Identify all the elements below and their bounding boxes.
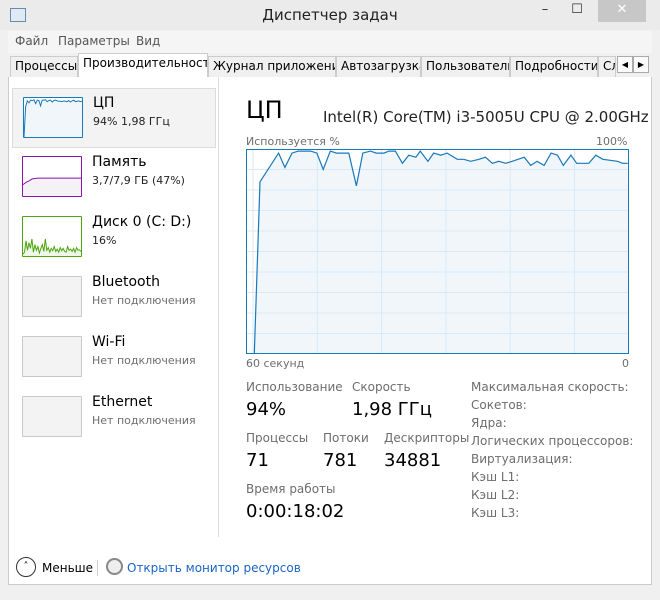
tab-app-history[interactable]: Журнал приложений xyxy=(208,56,336,77)
menu-file[interactable]: Файл xyxy=(15,34,48,48)
usage-label: Использование xyxy=(246,380,343,394)
handles-value: 34881 xyxy=(384,450,442,471)
sidebar-item-subtitle: Нет подключения xyxy=(92,414,196,427)
menu-options[interactable]: Параметры xyxy=(58,34,130,48)
sidebar-item-cpu[interactable]: ЦП 94% 1,98 ГГц xyxy=(12,88,216,148)
sidebar-item-title: Wi-Fi xyxy=(92,334,126,350)
disk-thumbnail xyxy=(22,216,82,257)
usage-value: 94% xyxy=(246,399,287,420)
sidebar-item-title: Диск 0 (C: D:) xyxy=(92,214,192,230)
tab-users[interactable]: Пользователи xyxy=(421,56,510,77)
x-axis-right-label: 0 xyxy=(622,357,629,370)
chevron-up-icon[interactable]: ˄ xyxy=(16,557,36,577)
sidebar-item-wifi[interactable]: Wi-Fi Нет подключения xyxy=(12,328,216,388)
info-cores: Ядра: xyxy=(471,416,507,430)
uptime-label: Время работы xyxy=(246,482,336,496)
wifi-thumbnail xyxy=(22,336,82,377)
tab-scroll-left[interactable]: ◀ xyxy=(617,56,633,73)
processes-label: Процессы xyxy=(246,431,309,445)
resource-monitor-icon xyxy=(106,558,123,575)
speed-value: 1,98 ГГц xyxy=(352,399,433,420)
threads-label: Потоки xyxy=(323,431,369,445)
info-sockets: Сокетов: xyxy=(471,398,527,412)
cpu-area-fill xyxy=(246,151,629,354)
y-max-label: 100% xyxy=(596,135,628,148)
y-axis-label: Используется % xyxy=(246,135,340,148)
info-logical-processors: Логических процессоров: xyxy=(471,434,634,448)
sidebar-item-subtitle: 16% xyxy=(92,234,117,247)
minimize-button[interactable]: – xyxy=(530,0,560,22)
tab-scroll-right[interactable]: ▶ xyxy=(633,56,649,73)
info-max-speed: Максимальная скорость: xyxy=(471,380,629,394)
maximize-button[interactable]: ☐ xyxy=(562,0,592,22)
x-axis-left-label: 60 секунд xyxy=(246,357,305,370)
info-l1-cache: Кэш L1: xyxy=(471,470,520,484)
sidebar-item-title: Ethernet xyxy=(92,394,153,410)
handles-label: Дескрипторы xyxy=(384,431,470,445)
cpu-thumbnail xyxy=(23,97,83,138)
tab-processes[interactable]: Процессы xyxy=(10,56,78,77)
window-title: Диспетчер задач xyxy=(262,6,398,24)
sidebar-item-ethernet[interactable]: Ethernet Нет подключения xyxy=(12,388,216,448)
sidebar-divider xyxy=(218,77,219,537)
sidebar-item-title: Память xyxy=(92,154,147,170)
sidebar-item-subtitle: 3,7/7,9 ГБ (47%) xyxy=(92,174,185,187)
memory-sparkline-fill xyxy=(23,178,81,196)
info-virtualization: Виртуализация: xyxy=(471,452,573,466)
footer-divider xyxy=(97,560,98,576)
cpu-usage-chart xyxy=(246,149,629,354)
sidebar-item-bluetooth[interactable]: Bluetooth Нет подключения xyxy=(12,268,216,328)
sidebar-item-subtitle: Нет подключения xyxy=(92,294,196,307)
ethernet-thumbnail xyxy=(22,396,82,437)
info-l2-cache: Кэш L2: xyxy=(471,488,520,502)
bluetooth-thumbnail xyxy=(22,276,82,317)
page-title: ЦП xyxy=(246,96,283,124)
sidebar-item-disk[interactable]: Диск 0 (C: D:) 16% xyxy=(12,208,216,268)
sidebar-item-title: Bluetooth xyxy=(92,274,160,290)
info-l3-cache: Кэш L3: xyxy=(471,506,520,520)
sidebar-item-subtitle: 94% 1,98 ГГц xyxy=(93,115,170,128)
close-button[interactable]: ✕ xyxy=(598,0,646,22)
speed-label: Скорость xyxy=(352,380,411,394)
sidebar-item-title: ЦП xyxy=(93,95,115,111)
cpu-sparkline-fill xyxy=(24,99,82,137)
tab-details[interactable]: Подробности xyxy=(510,56,598,77)
uptime-value: 0:00:18:02 xyxy=(246,501,345,522)
threads-value: 781 xyxy=(323,450,358,471)
open-resource-monitor-link[interactable]: Открыть монитор ресурсов xyxy=(127,561,301,575)
sidebar-item-subtitle: Нет подключения xyxy=(92,354,196,367)
tab-performance[interactable]: Производительность xyxy=(78,53,208,77)
tab-services[interactable]: Службы xyxy=(598,56,616,77)
memory-thumbnail xyxy=(22,156,82,197)
sidebar-item-memory[interactable]: Память 3,7/7,9 ГБ (47%) xyxy=(12,148,216,208)
processes-value: 71 xyxy=(246,450,269,471)
fewer-details-button[interactable]: Меньше xyxy=(42,561,93,575)
tab-startup[interactable]: Автозагрузка xyxy=(336,56,421,77)
cpu-model: Intel(R) Core(TM) i3-5005U CPU @ 2.00GHz xyxy=(323,108,649,126)
menu-view[interactable]: Вид xyxy=(136,34,160,48)
